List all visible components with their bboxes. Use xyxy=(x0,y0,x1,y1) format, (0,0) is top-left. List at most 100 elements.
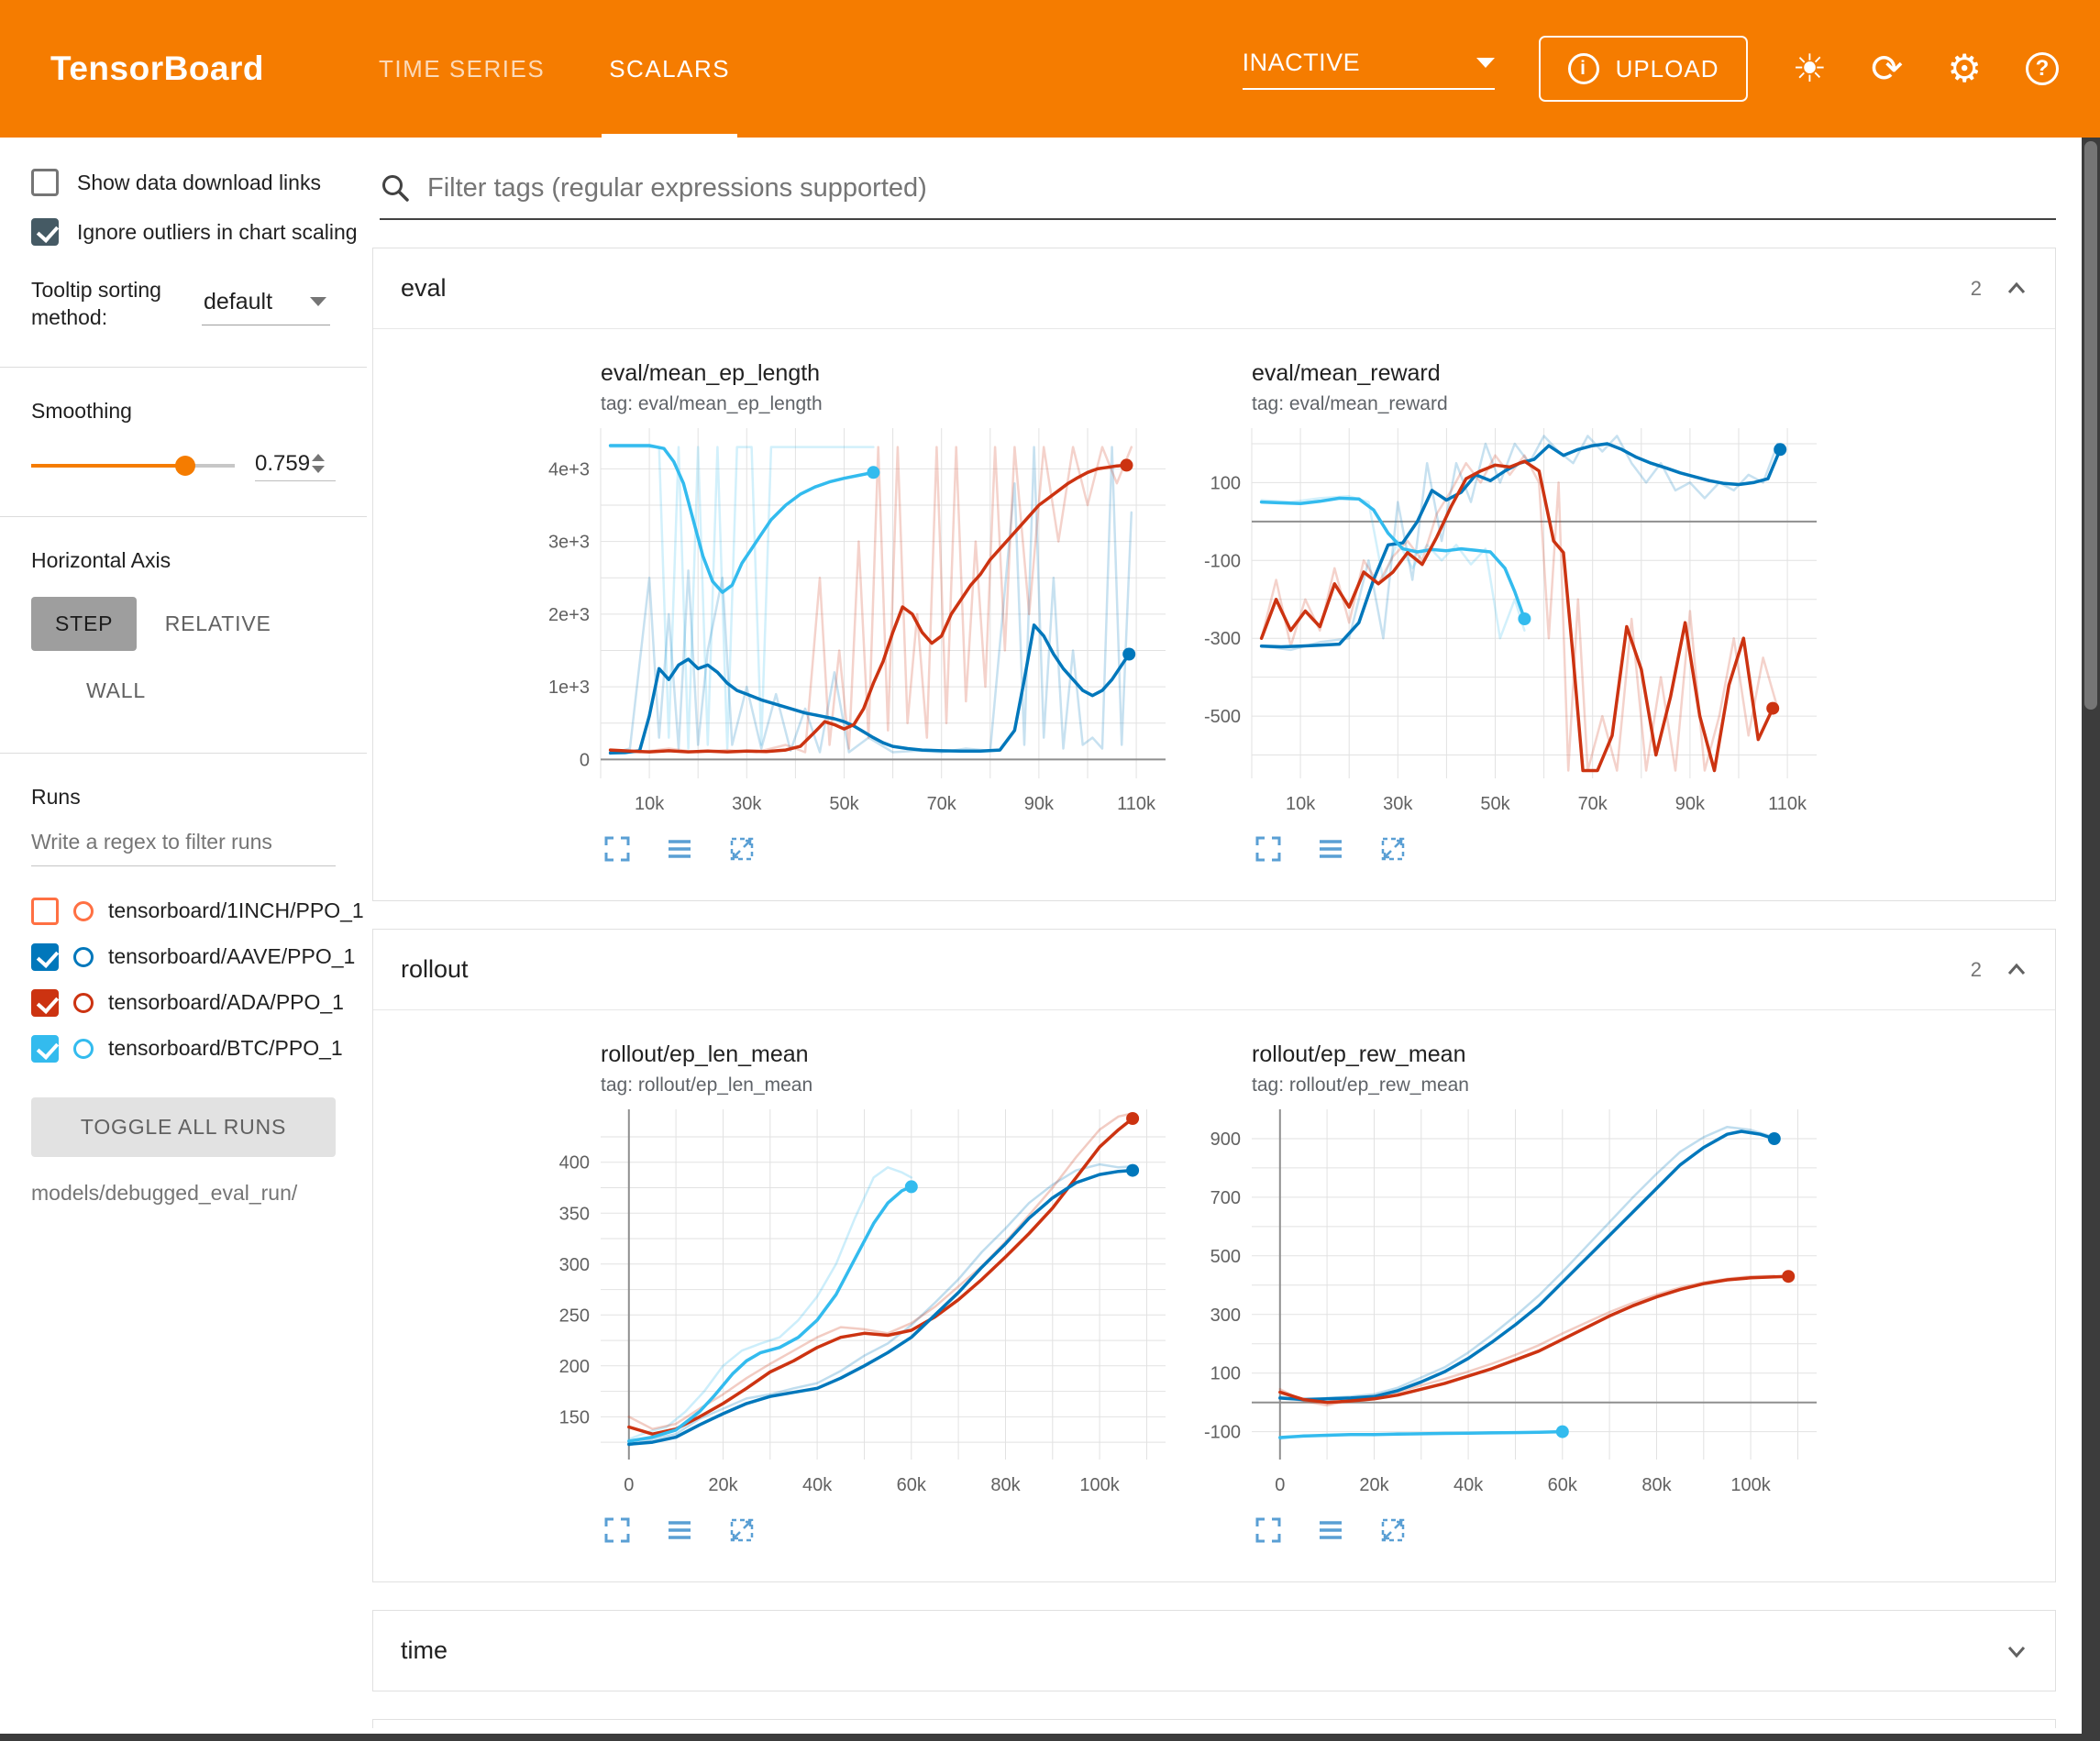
horizontal-scrollbar[interactable] xyxy=(0,1734,2100,1741)
horizontal-axis-label: Horizontal Axis xyxy=(31,548,336,573)
svg-text:700: 700 xyxy=(1210,1188,1241,1208)
svg-text:500: 500 xyxy=(1210,1247,1241,1267)
svg-text:350: 350 xyxy=(559,1204,590,1224)
tooltip-sorting-label: Tooltip sorting method: xyxy=(31,277,178,332)
show-download-links-option[interactable]: Show data download links xyxy=(31,169,336,196)
chart-title: eval/mean_ep_length xyxy=(601,360,1180,387)
svg-text:250: 250 xyxy=(559,1306,590,1326)
chart-title: eval/mean_reward xyxy=(1252,360,1831,387)
data-table-icon[interactable] xyxy=(1314,1514,1347,1547)
line-chart[interactable]: 10k30k50k70k90k110k01e+32e+33e+34e+3 xyxy=(529,417,1180,825)
fit-domain-icon[interactable] xyxy=(725,1514,758,1547)
svg-text:30k: 30k xyxy=(1383,794,1413,814)
fit-domain-icon[interactable] xyxy=(725,832,758,865)
axis-relative-button[interactable]: RELATIVE xyxy=(141,597,295,651)
run-label: tensorboard/1INCH/PPO_1 xyxy=(108,898,364,923)
run-row[interactable]: tensorboard/BTC/PPO_1 xyxy=(31,1035,336,1063)
axis-wall-button[interactable]: WALL xyxy=(62,664,170,718)
smoothing-value-box xyxy=(255,451,336,481)
brightness-icon[interactable]: ☀ xyxy=(1792,50,1827,88)
run-color-ring[interactable] xyxy=(73,1039,94,1059)
chevron-down-icon xyxy=(310,297,326,306)
expand-chart-icon[interactable] xyxy=(1252,832,1285,865)
chevron-up-icon[interactable] xyxy=(2004,278,2029,300)
run-label: tensorboard/BTC/PPO_1 xyxy=(108,1036,343,1061)
run-checkbox[interactable] xyxy=(31,898,59,925)
data-table-icon[interactable] xyxy=(1314,832,1347,865)
expand-chart-icon[interactable] xyxy=(1252,1514,1285,1547)
chevron-down-icon[interactable] xyxy=(2004,1640,2029,1662)
tooltip-sorting-value: default xyxy=(204,289,272,315)
fit-domain-icon[interactable] xyxy=(1376,1514,1409,1547)
ignore-outliers-option[interactable]: Ignore outliers in chart scaling xyxy=(31,218,336,246)
fit-domain-icon[interactable] xyxy=(1376,832,1409,865)
smoothing-value-input[interactable] xyxy=(255,451,312,477)
toggle-all-runs-button[interactable]: TOGGLE ALL RUNS xyxy=(31,1097,336,1157)
horizontal-axis-block: Horizontal Axis STEP RELATIVE WALL xyxy=(31,548,336,718)
svg-text:40k: 40k xyxy=(1453,1475,1484,1495)
vertical-scrollbar[interactable] xyxy=(2082,138,2100,1734)
spinner-up-icon[interactable] xyxy=(312,454,325,461)
option-label: Show data download links xyxy=(77,171,321,195)
divider xyxy=(0,516,367,517)
connection-status-dropdown[interactable]: INACTIVE xyxy=(1243,49,1495,90)
expand-chart-icon[interactable] xyxy=(601,832,634,865)
smoothing-slider-thumb[interactable] xyxy=(175,456,195,476)
section-header-rollout[interactable]: rollout 2 xyxy=(373,930,2055,1010)
expand-chart-icon[interactable] xyxy=(601,1514,634,1547)
run-color-ring[interactable] xyxy=(73,947,94,967)
run-label: tensorboard/AAVE/PPO_1 xyxy=(108,944,355,969)
chart-card: eval/mean_ep_length tag: eval/mean_ep_le… xyxy=(529,360,1180,865)
svg-text:100: 100 xyxy=(1210,473,1241,493)
run-checkbox[interactable] xyxy=(31,989,59,1017)
section-header-time[interactable]: time xyxy=(373,1611,2055,1691)
run-checkbox[interactable] xyxy=(31,1035,59,1063)
axis-step-button[interactable]: STEP xyxy=(31,597,137,651)
checkbox-checked[interactable] xyxy=(31,218,59,246)
run-checkbox[interactable] xyxy=(31,943,59,971)
refresh-icon[interactable]: ⟳ xyxy=(1871,50,1903,88)
section-card-rollout: rollout 2 rollout/ep_len_mean tag: rollo… xyxy=(372,929,2056,1582)
tab-time-series[interactable]: TIME SERIES xyxy=(379,0,545,138)
line-chart[interactable]: 020k40k60k80k100k-100100300500700900 xyxy=(1180,1098,1831,1506)
svg-text:-300: -300 xyxy=(1204,629,1241,649)
run-row[interactable]: tensorboard/ADA/PPO_1 xyxy=(31,989,336,1017)
settings-gear-icon[interactable]: ⚙ xyxy=(1947,50,1982,88)
section-header-eval[interactable]: eval 2 xyxy=(373,248,2055,329)
svg-text:30k: 30k xyxy=(732,794,762,814)
svg-text:4e+3: 4e+3 xyxy=(548,459,590,479)
section-card-time: time xyxy=(372,1610,2056,1691)
data-table-icon[interactable] xyxy=(663,832,696,865)
scrollbar-thumb[interactable] xyxy=(2084,141,2097,710)
svg-text:900: 900 xyxy=(1210,1129,1241,1150)
tag-filter-input[interactable] xyxy=(427,173,2056,204)
chart-title: rollout/ep_len_mean xyxy=(601,1041,1180,1068)
svg-text:10k: 10k xyxy=(1286,794,1316,814)
svg-text:100k: 100k xyxy=(1730,1475,1771,1495)
tooltip-sorting-select[interactable]: default xyxy=(202,283,330,325)
chevron-up-icon[interactable] xyxy=(2004,959,2029,981)
scalars-dashboard: eval 2 eval/mean_ep_length tag: eval/mea… xyxy=(367,138,2082,1734)
run-row[interactable]: tensorboard/AAVE/PPO_1 xyxy=(31,943,336,971)
settings-sidebar: Show data download links Ignore outliers… xyxy=(0,138,367,1734)
run-label: tensorboard/ADA/PPO_1 xyxy=(108,990,344,1015)
run-color-ring[interactable] xyxy=(73,993,94,1013)
svg-text:90k: 90k xyxy=(1024,794,1055,814)
line-chart[interactable]: 020k40k60k80k100k150200250300350400 xyxy=(529,1098,1180,1506)
upload-button[interactable]: i UPLOAD xyxy=(1539,36,1749,102)
runs-filter-input[interactable] xyxy=(31,819,336,866)
data-table-icon[interactable] xyxy=(663,1514,696,1547)
help-icon[interactable]: ? xyxy=(2026,52,2059,85)
svg-text:400: 400 xyxy=(559,1153,590,1174)
run-row[interactable]: tensorboard/1INCH/PPO_1 xyxy=(31,898,336,925)
top-app-bar: TensorBoard TIME SERIES SCALARS INACTIVE… xyxy=(0,0,2100,138)
svg-text:50k: 50k xyxy=(829,794,859,814)
line-chart[interactable]: 10k30k50k70k90k110k-500-300-100100 xyxy=(1180,417,1831,825)
number-spinner[interactable] xyxy=(312,454,325,473)
run-color-ring[interactable] xyxy=(73,901,94,921)
spinner-down-icon[interactable] xyxy=(312,466,325,473)
smoothing-slider[interactable] xyxy=(31,452,235,479)
tab-scalars[interactable]: SCALARS xyxy=(609,0,730,138)
checkbox-unchecked[interactable] xyxy=(31,169,59,196)
divider xyxy=(0,367,367,368)
